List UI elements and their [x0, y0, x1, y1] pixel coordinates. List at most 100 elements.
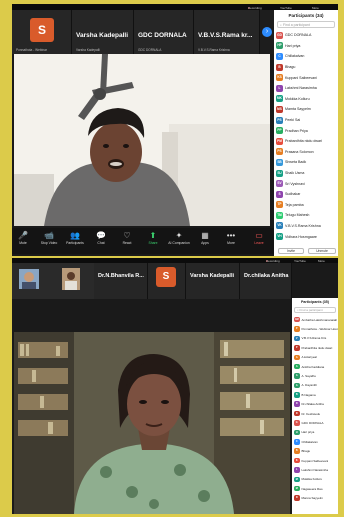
- chat-button[interactable]: 💬 Chat: [90, 231, 112, 246]
- participant-name: Lakshmi Narasimha: [301, 467, 329, 472]
- participant-row[interactable]: TP Teja pamba: [274, 200, 338, 211]
- participant-avatar: A: [294, 363, 300, 370]
- participant-row[interactable]: PM Prabardhita nkdu dwari: [274, 136, 338, 147]
- video-tile[interactable]: [46, 263, 94, 299]
- participant-row[interactable]: PS Peeki Sai: [274, 115, 338, 126]
- share-button[interactable]: ⬆ Share: [142, 231, 164, 246]
- search-placeholder: Find a participant: [282, 23, 310, 27]
- participant-row[interactable]: D Dr.chilaka Anitha: [292, 400, 338, 409]
- participant-name: Nagaseera Rao: [301, 486, 323, 491]
- chat-label: Chat: [97, 241, 105, 245]
- participant-row[interactable]: V V.B.V.S.Rama Kris: [292, 334, 338, 343]
- video-tile[interactable]: S: [148, 263, 186, 299]
- participant-row[interactable]: S Sudhakar: [274, 189, 338, 200]
- video-tile[interactable]: GDC DORNALA GDC DORNALA: [134, 10, 194, 54]
- react-button[interactable]: ♡ React: [116, 231, 138, 246]
- participant-row[interactable]: G GDC DORNALA: [292, 418, 338, 427]
- participant-row[interactable]: SU Shaik Usma: [274, 168, 338, 179]
- participant-row[interactable]: MS Mamta Sayyelm: [274, 104, 338, 115]
- participant-search-input[interactable]: ⌕ Find a participant: [277, 21, 335, 28]
- video-tile[interactable]: Varsha Kadepalli: [186, 263, 240, 299]
- participant-name: Kuppani Saibeevani: [285, 75, 317, 80]
- microphone-icon: 🎤: [18, 231, 28, 240]
- participant-row[interactable]: C Chillakalvan: [274, 51, 338, 62]
- participant-row[interactable]: A Ankiha Kaddiana: [292, 362, 338, 371]
- participant-row[interactable]: SB Shweta Badk: [274, 157, 338, 168]
- participant-row[interactable]: D Dr. Keshavulu: [292, 409, 338, 418]
- ai-companion-button[interactable]: ✦ AI Companion: [168, 231, 190, 246]
- participant-row[interactable]: A A. Dayanith: [292, 381, 338, 390]
- mute-button[interactable]: 🎤 Mute: [12, 231, 34, 246]
- apps-button[interactable]: ▦ Apps: [194, 231, 216, 246]
- participant-row[interactable]: BB Nagama: [292, 390, 338, 399]
- participant-name: Vidhara Hosmgaare: [285, 234, 317, 239]
- participant-row[interactable]: TM Telugu Mahesh: [274, 210, 338, 221]
- tile-subname: GDC DORNALA: [138, 48, 162, 52]
- participant-avatar: B: [276, 63, 283, 71]
- participant-row[interactable]: P Ponnathota - Webinar Host: [292, 324, 338, 333]
- participant-row[interactable]: H Hari priya: [292, 428, 338, 437]
- people-icon: 👥: [70, 231, 80, 240]
- participant-row[interactable]: L Lakshmi Narasimha: [274, 83, 338, 94]
- chat-icon: 💬: [96, 231, 106, 240]
- participant-row[interactable]: GD GDC DORNALA: [274, 30, 338, 41]
- tile-name: GDC DORNALA: [138, 32, 187, 39]
- participant-row[interactable]: B Bhagu: [292, 446, 338, 455]
- participant-row[interactable]: PS Prasana Solomon: [274, 147, 338, 158]
- participant-avatar: C: [276, 52, 283, 60]
- participant-avatar: P: [294, 326, 300, 332]
- participant-row[interactable]: R Manna Sayyelm: [292, 493, 338, 502]
- participant-row[interactable]: A A. Sayalhu: [292, 371, 338, 380]
- video-tile[interactable]: Varsha Kadepalli Varsha Kadepalli: [72, 10, 134, 54]
- next-page-icon[interactable]: ›: [262, 27, 272, 37]
- more-button[interactable]: ••• More: [220, 231, 242, 246]
- participant-row[interactable]: AM Ambatha Lakshmananaiah Pl: [292, 315, 338, 324]
- tile-name: Varsha Kadepalli: [190, 273, 235, 279]
- video-button[interactable]: 📹 Stop Video: [38, 231, 60, 246]
- video-tile[interactable]: Dr.chilaka Anitha: [240, 263, 292, 299]
- participant-row[interactable]: MK Mokkka Kolluru: [274, 94, 338, 105]
- participant-avatar: VH: [276, 233, 283, 241]
- video-tile[interactable]: [12, 263, 46, 299]
- participant-name: A kolariyeal: [301, 355, 317, 360]
- participant-name: Dr. Keshavulu: [301, 411, 321, 416]
- participant-row[interactable]: K Kuppani Saibeevani: [292, 456, 338, 465]
- participant-row[interactable]: B Bhagu: [274, 62, 338, 73]
- participant-avatar: VK: [276, 222, 283, 230]
- unmute-all-button[interactable]: Unmute: [308, 248, 336, 254]
- search-icon: ⌕: [280, 23, 282, 27]
- leave-button[interactable]: ▭ Leave: [248, 231, 270, 246]
- ai-companion-label: AI Companion: [168, 241, 190, 245]
- participant-search-input[interactable]: ⌕ Find a participant: [294, 307, 336, 313]
- participant-row[interactable]: PP Pradhan Priya: [274, 125, 338, 136]
- tile-name: Dr.N.Bhanvila R...: [98, 273, 144, 279]
- participant-name: Lakshmi Narasimha: [285, 86, 317, 91]
- participant-row[interactable]: VH Vidhara Hosmgaare: [274, 231, 338, 242]
- avatar: S: [30, 18, 54, 42]
- participant-avatar: A: [294, 373, 300, 379]
- leave-label: Leave: [254, 241, 264, 245]
- video-tile[interactable]: Dr.N.Bhanvila R...: [94, 263, 148, 299]
- participant-name: GDC DORNALA: [285, 33, 312, 38]
- participant-row[interactable]: C Chillakalvan: [292, 437, 338, 446]
- invite-button[interactable]: Invite: [278, 248, 304, 254]
- participant-name: GDC DORNALA: [301, 420, 324, 425]
- participant-name: A. Sayalhu: [301, 374, 317, 379]
- video-tile[interactable]: S Ponnathota - Webinar: [12, 10, 72, 54]
- participant-row[interactable]: VK V.B.V.S.Rama Krishna: [274, 221, 338, 232]
- participant-row[interactable]: P Prabardhita nkdu dwari: [292, 343, 338, 352]
- participant-row[interactable]: AA kolariyeal: [292, 353, 338, 362]
- participant-row[interactable]: HP Hari priya: [274, 41, 338, 52]
- participant-row[interactable]: M Nagaseera Rao: [292, 484, 338, 493]
- participant-row[interactable]: L Lakshmi Narasimha: [292, 465, 338, 474]
- more-label: More: [318, 259, 325, 263]
- participant-name: Ankiha Kaddiana: [301, 364, 325, 369]
- video-tile[interactable]: V.B.V.S.Rama kr... V.B.V.S.Rama Krishna: [194, 10, 260, 54]
- participant-name: A. Dayanith: [301, 383, 318, 388]
- apps-icon: ▦: [201, 231, 209, 240]
- participant-name: Sri Vyshnavi: [285, 181, 305, 186]
- participant-row[interactable]: KS Kuppani Saibeevani: [274, 72, 338, 83]
- participants-button[interactable]: 👥 Participants: [64, 231, 86, 246]
- participant-row[interactable]: SV Sri Vyshnavi: [274, 178, 338, 189]
- participant-row[interactable]: M Mokkka Kolluru: [292, 475, 338, 484]
